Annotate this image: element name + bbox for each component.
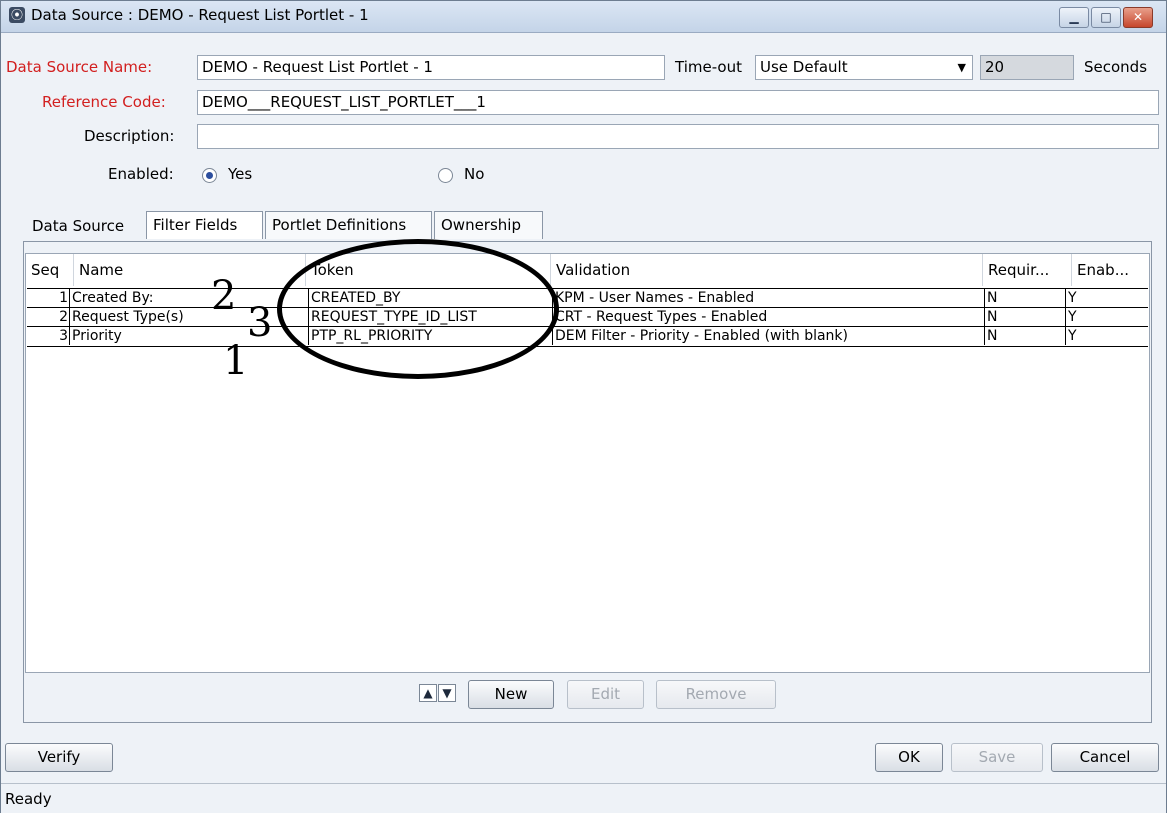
edit-button[interactable]: Edit	[567, 680, 644, 709]
data-source-name-label: Data Source Name:	[6, 58, 153, 76]
cell-seq: 1	[59, 290, 68, 306]
annotation-number-2: 2	[211, 273, 237, 319]
reference-code-input[interactable]: DEMO___REQUEST_LIST_PORTLET___1	[197, 90, 1159, 115]
description-label: Description:	[84, 127, 175, 145]
minimize-button[interactable]: ▁	[1059, 7, 1089, 28]
table-row[interactable]: 3 Priority PTP_RL_PRIORITY DEM Filter - …	[27, 326, 1148, 347]
tab-portlet-definitions[interactable]: Portlet Definitions	[265, 211, 432, 239]
status-bar: Ready	[1, 783, 1166, 813]
description-input[interactable]	[197, 124, 1159, 149]
filter-fields-table: Seq Name Token Validation Requir... Enab…	[25, 253, 1150, 673]
maximize-button[interactable]: □	[1091, 7, 1121, 28]
cell-required: N	[984, 308, 1065, 326]
data-source-name-input[interactable]: DEMO - Request List Portlet - 1	[197, 55, 665, 80]
cell-validation: KPM - User Names - Enabled	[552, 289, 984, 307]
cell-token: PTP_RL_PRIORITY	[308, 327, 552, 345]
reference-code-label: Reference Code:	[42, 93, 166, 111]
timeout-select-value: Use Default	[760, 58, 848, 76]
dropdown-arrow-icon: ▼	[957, 61, 966, 74]
cell-enabled: Y	[1065, 327, 1148, 345]
data-source-dialog: ⦿ Data Source : DEMO - Request List Port…	[0, 0, 1167, 813]
timeout-select[interactable]: Use Default ▼	[755, 55, 973, 80]
annotation-number-1: 1	[223, 338, 249, 384]
cell-required: N	[984, 327, 1065, 345]
window-title: Data Source : DEMO - Request List Portle…	[31, 6, 369, 24]
cell-seq: 2	[59, 309, 68, 325]
column-header-token[interactable]: Token	[306, 254, 551, 286]
cell-validation: DEM Filter - Priority - Enabled (with bl…	[552, 327, 984, 345]
remove-button[interactable]: Remove	[656, 680, 776, 709]
tab-filter-fields[interactable]: Filter Fields	[146, 211, 263, 239]
verify-button[interactable]: Verify	[5, 743, 113, 772]
save-button[interactable]: Save	[951, 743, 1043, 772]
enabled-yes-radio[interactable]	[202, 168, 217, 183]
cell-token: CREATED_BY	[308, 289, 552, 307]
table-row[interactable]: 2 Request Type(s) REQUEST_TYPE_ID_LIST C…	[27, 307, 1148, 326]
close-button[interactable]: ✕	[1123, 7, 1153, 28]
column-header-validation[interactable]: Validation	[551, 254, 983, 286]
app-icon: ⦿	[9, 7, 25, 23]
timeout-label: Time-out	[675, 58, 742, 76]
cell-token: REQUEST_TYPE_ID_LIST	[308, 308, 552, 326]
ok-button[interactable]: OK	[875, 743, 943, 772]
enabled-yes-label: Yes	[228, 165, 253, 183]
status-text: Ready	[5, 790, 52, 808]
tab-data-source[interactable]: Data Source	[28, 211, 128, 241]
cell-validation: CRT - Request Types - Enabled	[552, 308, 984, 326]
column-header-seq[interactable]: Seq	[26, 254, 74, 286]
cell-seq: 3	[59, 328, 68, 344]
move-down-button[interactable]: ▼	[438, 684, 456, 702]
title-bar: ⦿ Data Source : DEMO - Request List Port…	[1, 1, 1166, 33]
enabled-label: Enabled:	[108, 165, 174, 183]
table-row[interactable]: 1 Created By: CREATED_BY KPM - User Name…	[27, 288, 1148, 307]
column-header-name[interactable]: Name	[74, 254, 306, 286]
cancel-button[interactable]: Cancel	[1051, 743, 1159, 772]
move-up-button[interactable]: ▲	[419, 684, 437, 702]
column-header-enabled[interactable]: Enab...	[1072, 254, 1149, 286]
enabled-no-radio[interactable]	[438, 168, 453, 183]
cell-enabled: Y	[1065, 289, 1148, 307]
tab-ownership[interactable]: Ownership	[434, 211, 543, 239]
annotation-number-3: 3	[247, 300, 273, 346]
new-button[interactable]: New	[468, 680, 554, 709]
cell-enabled: Y	[1065, 308, 1148, 326]
seconds-label: Seconds	[1084, 58, 1148, 76]
cell-required: N	[984, 289, 1065, 307]
timeout-seconds-field: 20	[980, 55, 1074, 80]
enabled-no-label: No	[464, 165, 485, 183]
column-header-required[interactable]: Requir...	[983, 254, 1072, 286]
